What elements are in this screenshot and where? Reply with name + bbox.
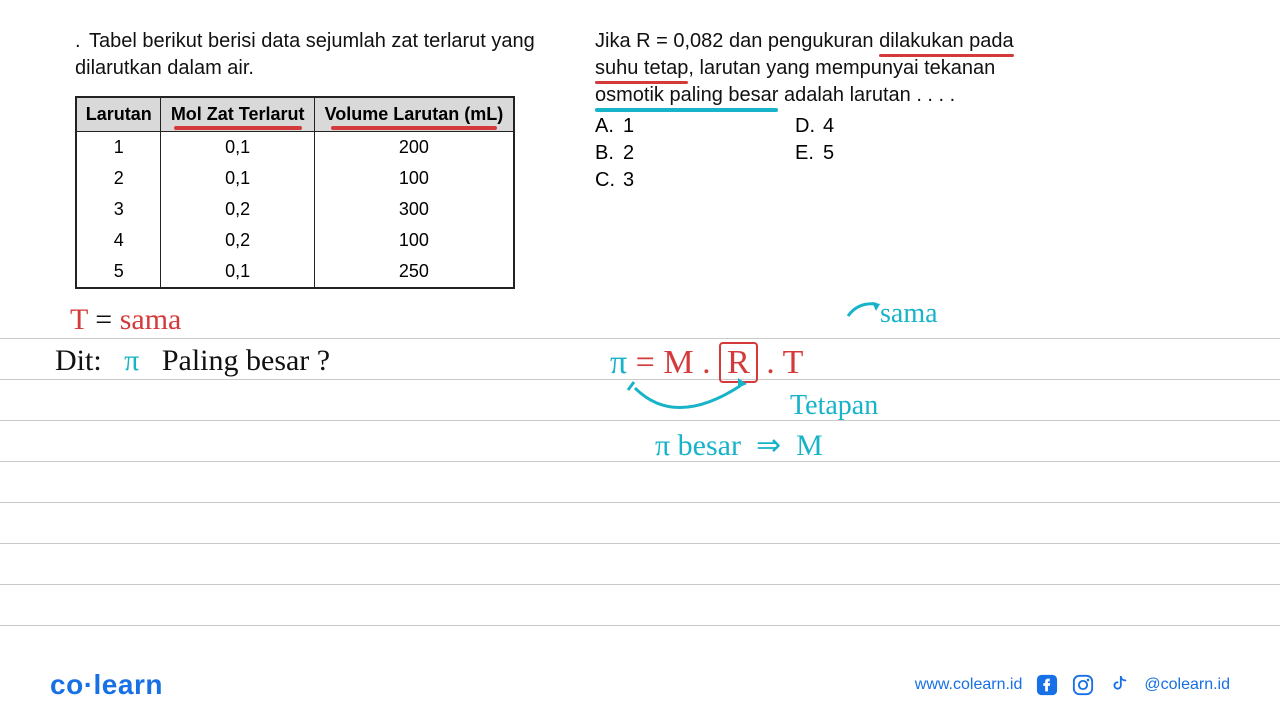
option-c: C.3 xyxy=(595,169,795,192)
table-row: 20,1100 xyxy=(76,163,514,194)
table-row: 50,1250 xyxy=(76,256,514,288)
hw-formula: π = M . R . T xyxy=(610,344,803,382)
question-text: Jika R = 0,082 dan pengukuran dilakukan … xyxy=(595,28,1220,109)
hw-sama-right: sama xyxy=(880,298,938,330)
option-b: B.2 xyxy=(595,142,795,165)
annot-red-underline: dilakukan pada xyxy=(879,28,1014,55)
table-row: 40,2100 xyxy=(76,225,514,256)
boxed-r: R xyxy=(719,342,758,383)
table-header-row: Larutan Mol Zat Terlarut Volume Larutan … xyxy=(76,97,514,132)
table-row: 30,2300 xyxy=(76,194,514,225)
hw-dit: Dit: π Paling besar ? xyxy=(55,344,330,378)
option-e: E.5 xyxy=(795,142,995,165)
brand-logo: co·learn xyxy=(50,669,163,701)
hw-tetapan: Tetapan xyxy=(790,390,878,422)
arrowhead-icon xyxy=(872,302,880,311)
th-larutan: Larutan xyxy=(76,97,161,132)
curve-arrow-icon xyxy=(635,386,740,408)
footer-handle: @colearn.id xyxy=(1144,676,1230,694)
facebook-icon xyxy=(1036,674,1058,696)
table-row: 10,1200 xyxy=(76,132,514,164)
red-underline-icon xyxy=(331,126,497,130)
option-a: A.1 xyxy=(595,115,795,138)
instagram-icon xyxy=(1072,674,1094,696)
answer-options: A.1 D.4 B.2 E.5 C.3 xyxy=(595,115,1220,192)
footer: co·learn www.colearn.id @colearn.id xyxy=(0,650,1280,720)
annot-red-underline: suhu tetap xyxy=(595,55,688,82)
data-table: Larutan Mol Zat Terlarut Volume Larutan … xyxy=(75,96,515,289)
hw-conclusion: π besar ⇒ M xyxy=(655,428,823,463)
arrow-icon xyxy=(848,304,876,316)
footer-url: www.colearn.id xyxy=(915,676,1023,694)
red-underline-icon xyxy=(174,126,302,130)
ruled-paper: T = sama Dit: π Paling besar ? sama π = … xyxy=(0,298,1280,650)
option-d: D.4 xyxy=(795,115,995,138)
problem-intro: .Tabel berikut berisi data sejumlah zat … xyxy=(75,28,545,82)
th-mol: Mol Zat Terlarut xyxy=(161,97,314,132)
hw-t-sama: T = sama xyxy=(70,303,181,337)
th-volume: Volume Larutan (mL) xyxy=(314,97,514,132)
tiktok-icon xyxy=(1108,674,1130,696)
annot-cyan-underline: osmotik paling besar xyxy=(595,82,778,109)
